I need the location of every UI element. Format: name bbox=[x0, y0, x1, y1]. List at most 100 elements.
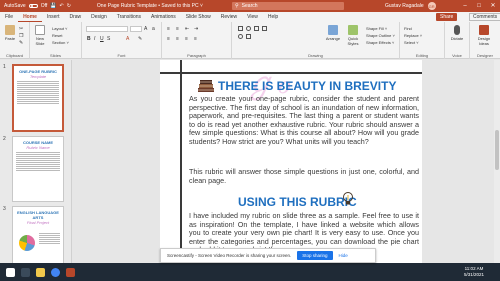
heading-brevity[interactable]: THERE IS BEAUTY IN BREVITY bbox=[218, 79, 396, 93]
italic-icon[interactable]: I bbox=[94, 36, 95, 42]
square-shape-icon[interactable] bbox=[246, 34, 251, 39]
slides-group: New Slide Layout ˅ Reset Section ˅ Slide… bbox=[30, 22, 82, 59]
design-ideas-label: Design Ideas bbox=[477, 36, 491, 46]
reset-button[interactable]: Reset bbox=[52, 33, 62, 38]
tab-design[interactable]: Design bbox=[86, 12, 112, 22]
slide-canvas[interactable]: ℊℴ THERE IS BEAUTY IN BREVITY As you cre… bbox=[72, 60, 500, 273]
group-label-paragraph: Paragraph bbox=[187, 53, 206, 58]
chrome-icon[interactable] bbox=[51, 267, 60, 277]
justify-icon[interactable]: ≡ bbox=[194, 36, 197, 42]
font-color-icon[interactable]: A bbox=[126, 36, 129, 42]
cut-icon[interactable]: ✂ bbox=[19, 26, 23, 32]
slide[interactable]: ℊℴ THERE IS BEAUTY IN BREVITY As you cre… bbox=[160, 60, 422, 273]
format-painter-icon[interactable]: ✎ bbox=[19, 40, 23, 46]
user-account[interactable]: Gustav Ragadale GR bbox=[385, 0, 436, 12]
slide-thumbnail-2[interactable]: COURSE NAME Rubric Name bbox=[12, 136, 64, 202]
minimize-icon[interactable]: – bbox=[458, 0, 472, 12]
editing-group: Find Replace ˅ Select ˅ Editing bbox=[400, 22, 445, 59]
font-group: A a B I U S A ✎ Font bbox=[82, 22, 162, 59]
comments-button[interactable]: Comments bbox=[469, 13, 500, 21]
tab-insert[interactable]: Insert bbox=[42, 12, 65, 22]
tab-slide-show[interactable]: Slide Show bbox=[181, 12, 216, 22]
textbox-shape-icon[interactable] bbox=[254, 26, 259, 31]
increase-indent-icon[interactable]: ⇥ bbox=[194, 26, 198, 32]
stop-sharing-button[interactable]: Stop sharing bbox=[297, 251, 333, 260]
decrease-indent-icon[interactable]: ⇤ bbox=[185, 26, 189, 32]
slide-thumbnail-3[interactable]: ENGLISH LANGUAGE ARTS Final Project bbox=[12, 206, 64, 270]
oval-shape-icon[interactable] bbox=[246, 26, 251, 31]
tab-transitions[interactable]: Transitions bbox=[112, 12, 146, 22]
heading-using-rubric[interactable]: USING THIS RUBRIC bbox=[238, 195, 357, 209]
thumbnail-subtitle: Final Project bbox=[26, 220, 50, 225]
powerpoint-icon[interactable] bbox=[66, 267, 75, 277]
voice-group: Dictate Voice bbox=[445, 22, 470, 59]
file-explorer-icon[interactable] bbox=[36, 267, 45, 277]
share-button[interactable]: Share bbox=[436, 13, 458, 21]
close-icon[interactable]: ✕ bbox=[486, 0, 500, 12]
drawing-group: Arrange Quick Styles Shape Fill ˅ Shape … bbox=[232, 22, 400, 59]
arrange-button[interactable]: Arrange bbox=[324, 25, 342, 41]
align-center-icon[interactable]: ≡ bbox=[176, 36, 179, 42]
paragraph-simple-questions[interactable]: This rubric will answer those simple que… bbox=[189, 167, 419, 185]
new-slide-button[interactable]: New Slide bbox=[33, 25, 47, 46]
bold-icon[interactable]: B bbox=[87, 36, 91, 42]
design-ideas-button[interactable]: Design Ideas bbox=[477, 25, 491, 46]
paragraph-brevity[interactable]: As you create your one-page rubric, cons… bbox=[189, 94, 419, 147]
clipboard-icon bbox=[5, 25, 15, 35]
save-icon[interactable]: 💾 bbox=[50, 3, 56, 9]
dictate-label: Dictate bbox=[450, 36, 464, 41]
document-title[interactable]: One Page Rubric Template • Saved to this… bbox=[97, 3, 203, 9]
tab-home[interactable]: Home bbox=[18, 12, 42, 22]
horizontal-rule bbox=[160, 72, 422, 74]
shape-effects-button[interactable]: Shape Effects ˅ bbox=[366, 40, 394, 45]
search-box[interactable]: ⚲ Search bbox=[232, 2, 344, 10]
line-shape-icon[interactable] bbox=[262, 26, 267, 31]
tab-file[interactable]: File bbox=[0, 12, 18, 22]
vertical-rule bbox=[180, 60, 182, 273]
thumbnail-number: 1 bbox=[3, 64, 6, 70]
avatar[interactable]: GR bbox=[427, 2, 436, 10]
layout-button[interactable]: Layout ˅ bbox=[52, 26, 67, 31]
align-right-icon[interactable]: ≡ bbox=[185, 36, 188, 42]
bullets-icon[interactable]: ≡ bbox=[167, 26, 170, 32]
dictate-button[interactable]: Dictate bbox=[450, 25, 464, 41]
replace-button[interactable]: Replace ˅ bbox=[404, 33, 422, 38]
quick-styles-button[interactable]: Quick Styles bbox=[344, 25, 362, 46]
tab-view[interactable]: View bbox=[242, 12, 263, 22]
grow-font-icon[interactable]: A bbox=[144, 26, 147, 32]
underline-icon[interactable]: U bbox=[100, 36, 104, 42]
tab-animations[interactable]: Animations bbox=[146, 12, 181, 22]
hide-banner-button[interactable]: Hide bbox=[339, 253, 348, 258]
scrollbar-thumb[interactable] bbox=[495, 130, 499, 170]
font-name-field[interactable] bbox=[86, 26, 128, 32]
shape-fill-button[interactable]: Shape Fill ˅ bbox=[366, 26, 387, 31]
align-left-icon[interactable]: ≡ bbox=[167, 36, 170, 42]
find-button[interactable]: Find bbox=[404, 26, 412, 31]
paste-button[interactable]: Paste bbox=[3, 25, 17, 41]
autosave-toggle[interactable] bbox=[28, 4, 38, 8]
task-view-icon[interactable] bbox=[21, 267, 30, 277]
slide-thumbnail-1[interactable]: ONE-PAGE RUBRIC Template bbox=[12, 64, 64, 132]
tab-draw[interactable]: Draw bbox=[64, 12, 86, 22]
select-button[interactable]: Select ˅ bbox=[404, 40, 419, 45]
tab-help[interactable]: Help bbox=[263, 12, 283, 22]
shrink-font-icon[interactable]: a bbox=[152, 26, 155, 32]
numbering-icon[interactable]: ≡ bbox=[176, 26, 179, 32]
section-button[interactable]: Section ˅ bbox=[52, 40, 69, 45]
system-clock[interactable]: 11:02 AM 5/31/2021 bbox=[464, 266, 484, 278]
font-size-field[interactable] bbox=[130, 26, 142, 32]
copy-icon[interactable]: ❐ bbox=[19, 33, 23, 39]
vertical-scrollbar[interactable] bbox=[494, 60, 500, 273]
highlight-icon[interactable]: ✎ bbox=[138, 36, 142, 42]
strikethrough-icon[interactable]: S bbox=[107, 36, 110, 42]
ribbon: Paste ✂ ❐ ✎ Clipboard New Slide Layout ˅… bbox=[0, 22, 500, 59]
screen-sharing-banner: Screencastify - Screen Video Recorder is… bbox=[160, 248, 376, 263]
rectangle-shape-icon[interactable] bbox=[238, 26, 243, 31]
maximize-icon[interactable]: □ bbox=[472, 0, 486, 12]
tab-review[interactable]: Review bbox=[216, 12, 242, 22]
undo-icon[interactable]: ↶ bbox=[60, 3, 64, 9]
shape-outline-button[interactable]: Shape Outline ˅ bbox=[366, 33, 395, 38]
windows-start-icon[interactable] bbox=[6, 267, 15, 277]
circle-shape-icon[interactable] bbox=[238, 34, 243, 39]
redo-icon[interactable]: ↻ bbox=[67, 3, 71, 9]
